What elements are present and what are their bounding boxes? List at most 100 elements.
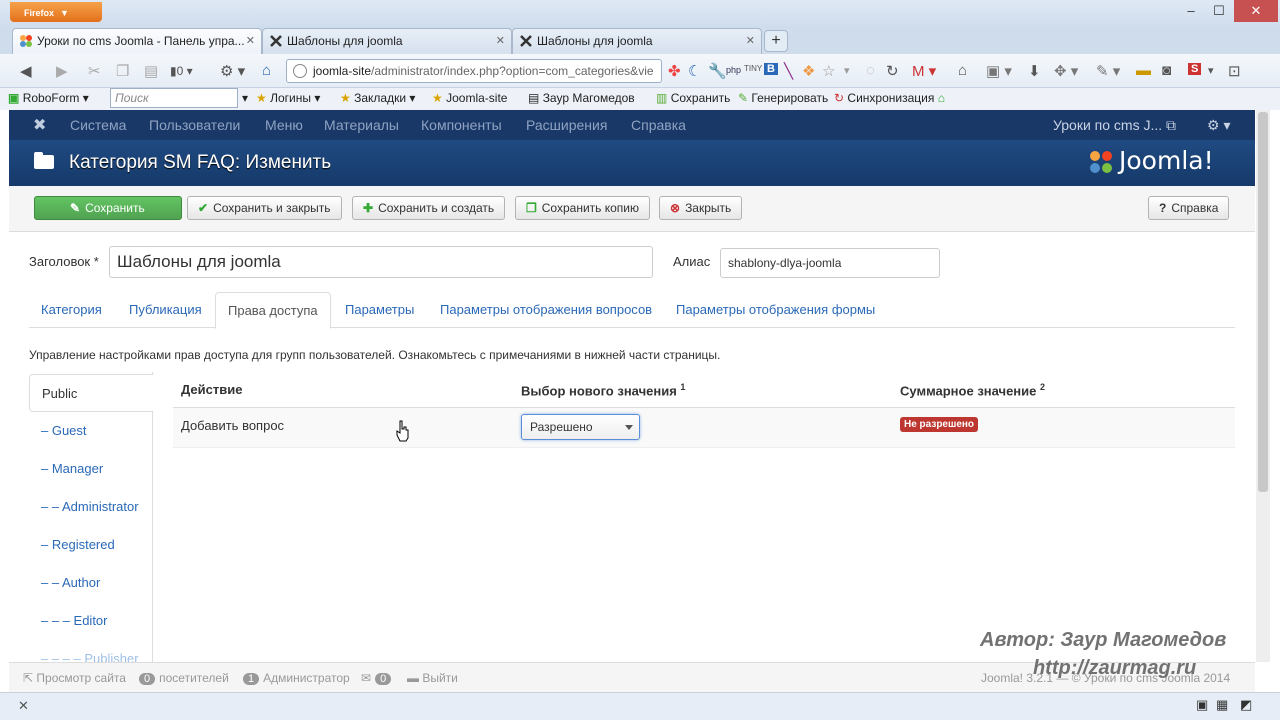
menu-users[interactable]: Пользователи [149,117,240,133]
tab-publishing[interactable]: Публикация [117,292,214,328]
view-site-link[interactable]: ⇱ Просмотр сайта [23,671,126,685]
paste-icon[interactable]: ▤ [144,62,158,80]
menu-content[interactable]: Материалы [324,117,399,133]
star-icon[interactable]: ☆ [822,62,835,80]
reload-icon[interactable]: ↻ [886,62,899,80]
bookmark-joomla-site[interactable]: ★ Joomla-site [432,91,507,105]
save-button[interactable]: ✎ Сохранить [34,196,182,220]
group-public[interactable]: Public [29,374,154,412]
bookmarks-menu-button[interactable]: ★ Закладки ▾ [340,91,415,105]
menu-system[interactable]: Система [70,117,126,133]
joomla-logo-icon[interactable]: ✖ [33,115,46,135]
screenshot-icon[interactable]: ◙ [1162,62,1171,79]
page-scrollbar[interactable] [1256,110,1270,662]
addon-icon[interactable]: ▦ [1216,697,1228,713]
close-addon-bar-icon[interactable]: ✕ [18,698,29,714]
tab-close-icon[interactable]: ✕ [746,34,755,47]
tab-form-display[interactable]: Параметры отображения формы [664,292,887,328]
menu-icon[interactable]: ⊡ [1228,62,1241,80]
logout-link[interactable]: ▬ Выйти [407,671,458,685]
php-icon[interactable]: php [726,65,741,75]
wrench-icon[interactable]: 🔧 [708,62,727,80]
globe-icon [293,64,307,78]
browser-tab-1[interactable]: Уроки по cms Joomla - Панель упра... ✕ [12,28,262,54]
stats-icon[interactable]: ▮0 ▾ [170,64,193,78]
group-editor[interactable]: – – – Editor [29,602,153,640]
user-settings-gear-icon[interactable]: ⚙ ▾ [1207,117,1230,134]
addon-icon[interactable]: ▣ ▾ [986,62,1012,80]
group-guest[interactable]: – Guest [29,412,153,450]
tab-permissions[interactable]: Права доступа [215,292,331,329]
group-manager[interactable]: – Manager [29,450,153,488]
group-administrator[interactable]: – – Administrator [29,488,153,526]
user-groups-list: Public – Guest – Manager – – Administrat… [29,372,154,662]
maximize-button[interactable]: ☐ [1204,0,1234,22]
feather-icon[interactable]: ╲ [784,62,793,80]
logins-button[interactable]: ★ Логины ▾ [256,91,320,105]
addon-icon[interactable]: ▣ [1196,697,1208,713]
browser-tab-2[interactable]: Шаблоны для joomla ✕ [262,28,512,54]
dropdown-icon[interactable]: ▾ [1208,64,1214,77]
cut-icon[interactable]: ✂ [88,62,101,80]
menu-help[interactable]: Справка [631,117,686,133]
folder-icon[interactable]: ▬ [1136,62,1151,79]
moon-icon[interactable]: ☾ [688,62,701,80]
forward-icon[interactable]: ▶ [56,62,68,80]
tab-close-icon[interactable]: ✕ [496,34,505,47]
back-icon[interactable]: ◀ [20,62,32,80]
gmail-icon[interactable]: M ▾ [912,62,936,80]
group-author[interactable]: – – Author [29,564,153,602]
home-icon[interactable]: ⌂ [958,62,967,79]
site-link[interactable]: Уроки по cms J... ⧉ [1053,117,1176,134]
cancel-icon: ⊗ [670,201,681,215]
group-publisher[interactable]: – – – – Publisher [29,640,153,662]
window-titlebar: Firefox ▼ ‒ ☐ ✕ [0,0,1280,28]
chevron-down-icon[interactable]: ▾ [242,91,248,105]
windows-icon[interactable]: ❖ [802,62,815,80]
alias-input[interactable]: shablony-dlya-joomla [720,248,940,278]
tab-options[interactable]: Параметры [333,292,426,328]
joomla-addon-icon[interactable]: ✤ [668,62,681,80]
tab-category[interactable]: Категория [29,292,114,328]
puzzle-icon[interactable]: ✥ ▾ [1054,62,1078,80]
dropdown-icon[interactable]: ▾ [844,64,850,77]
status-badge: Не разрешено [900,417,979,432]
menu-components[interactable]: Компоненты [421,117,502,133]
vk-icon[interactable]: B [764,63,778,75]
pen-icon[interactable]: ✎ ▾ [1096,62,1120,80]
tinymce-icon[interactable]: TINY [744,64,762,73]
scrollbar-thumb[interactable] [1258,112,1268,492]
title-input[interactable]: Шаблоны для joomla [109,246,653,278]
save-close-button[interactable]: ✔ Сохранить и закрыть [187,196,342,220]
save-new-button[interactable]: ✚ Сохранить и создать [352,196,506,220]
settings-icon[interactable]: ⚙ ▾ [220,62,245,80]
s-addon-icon[interactable]: S [1188,63,1202,75]
roboform-search-input[interactable]: Поиск [110,88,238,108]
firefox-menu-button[interactable]: Firefox ▼ [10,2,102,22]
save-copy-button[interactable]: ❐ Сохранить копию [515,196,650,220]
menu-extensions[interactable]: Расширения [526,117,607,133]
bookmark-author[interactable]: ▤ Заур Магомедов [528,91,635,105]
roboform-save-button[interactable]: ▥ Сохранить [656,91,730,105]
browser-tab-3[interactable]: Шаблоны для joomla ✕ [512,28,762,54]
resize-icon[interactable]: ◩ [1240,697,1252,713]
minimize-button[interactable]: ‒ [1176,0,1206,22]
help-button[interactable]: ? Справка [1148,196,1230,220]
permission-select[interactable]: Разрешено [521,414,640,440]
copy-icon[interactable]: ❐ [116,62,129,80]
roboform-sync-button[interactable]: ↻ Синхронизация ⌂ [834,91,945,105]
new-tab-button[interactable]: + [764,30,788,52]
site-identity-icon[interactable]: ⌂ [262,62,271,79]
tab-close-icon[interactable]: ✕ [246,34,255,47]
download-icon[interactable]: ⬇ [1028,62,1041,80]
menu-menus[interactable]: Меню [265,117,303,133]
url-bar[interactable]: joomla-site/administrator/index.php?opti… [286,59,662,83]
title-label: Заголовок * [29,254,99,269]
close-window-button[interactable]: ✕ [1234,0,1278,22]
tab-question-display[interactable]: Параметры отображения вопросов [428,292,664,328]
group-registered[interactable]: – Registered [29,526,153,564]
messages-status[interactable]: ✉ 0 [361,671,395,685]
close-button[interactable]: ⊗ Закрыть [659,196,743,220]
roboform-generate-button[interactable]: ✎ Генерировать [738,91,828,105]
roboform-button[interactable]: ▣ RoboForm ▾ [8,91,89,105]
